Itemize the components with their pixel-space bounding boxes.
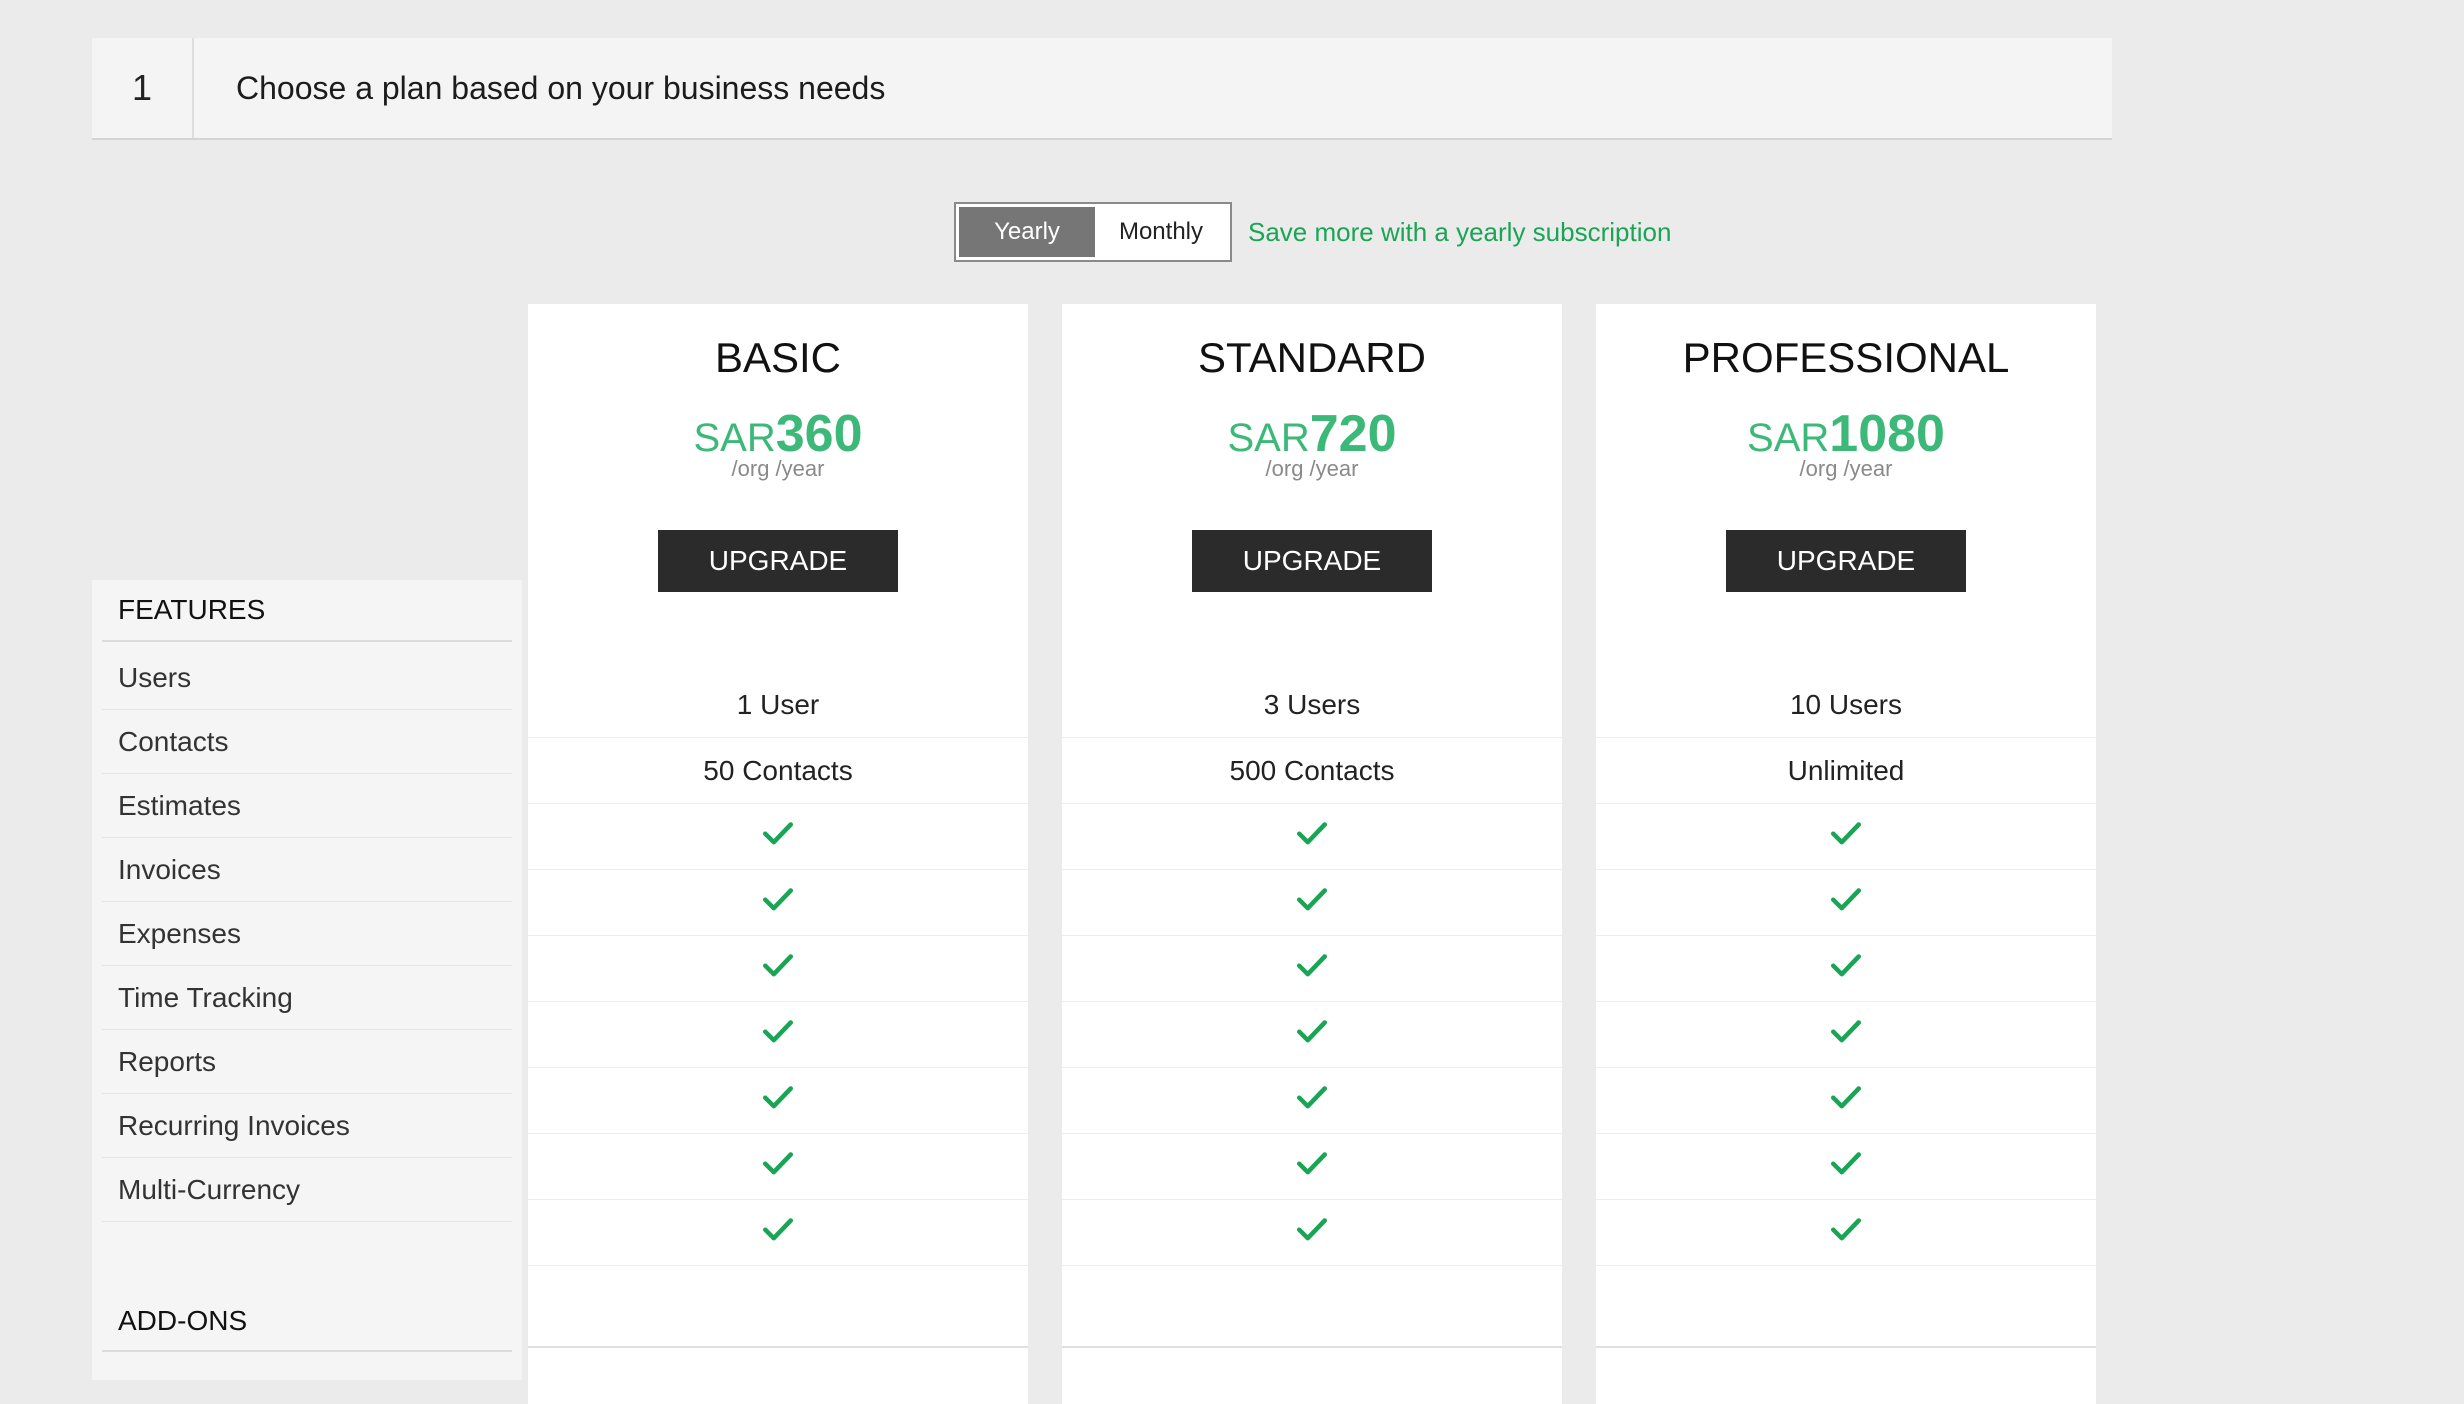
addons-divider <box>528 1346 1028 1348</box>
plan-recurring-invoices-cell <box>528 1134 1028 1200</box>
plan-users-value: 3 Users <box>1062 672 1562 738</box>
billing-toggle-row: Yearly Monthly Save more with a yearly s… <box>954 200 1671 264</box>
feature-expenses: Expenses <box>102 902 512 966</box>
plan-amount: 720 <box>1309 405 1397 463</box>
addons-divider <box>1062 1346 1562 1348</box>
step-title: Choose a plan based on your business nee… <box>236 69 886 106</box>
plan-time-tracking-cell <box>1062 1002 1562 1068</box>
check-icon <box>761 816 795 857</box>
plan-multi-currency-cell <box>1596 1200 2096 1266</box>
plan-contacts-value: Unlimited <box>1596 738 2096 804</box>
plan-invoices-cell <box>1596 870 2096 936</box>
check-icon <box>1295 882 1329 923</box>
check-icon <box>1829 948 1863 989</box>
check-icon <box>1829 816 1863 857</box>
plan-estimates-cell <box>1062 804 1562 870</box>
plan-card-basic: BASIC SAR360/org /year UPGRADE 1 User 50 Con… <box>528 304 1028 1404</box>
plan-time-tracking-cell <box>1596 1002 2096 1068</box>
plan-currency: SAR <box>693 416 776 460</box>
check-icon <box>1829 1014 1863 1055</box>
upgrade-button[interactable]: UPGRADE <box>1192 530 1432 592</box>
check-icon <box>1829 1080 1863 1121</box>
plan-estimates-cell <box>1596 804 2096 870</box>
plan-price: SAR360 <box>528 404 1028 464</box>
plan-name: PROFESSIONAL <box>1682 334 2010 381</box>
feature-invoices: Invoices <box>102 838 512 902</box>
plan-period: /org /year <box>731 456 825 481</box>
addons-heading: ADD-ONS <box>102 1292 512 1352</box>
feature-reports: Reports <box>102 1030 512 1094</box>
plan-multi-currency-cell <box>528 1200 1028 1266</box>
plan-recurring-invoices-cell <box>1062 1134 1562 1200</box>
features-column: FEATURES Users Contacts Estimates Invoic… <box>92 580 522 1380</box>
plan-amount: 1080 <box>1829 405 1945 463</box>
plan-time-tracking-cell <box>528 1002 1028 1068</box>
plan-users-value: 1 User <box>528 672 1028 738</box>
feature-contacts: Contacts <box>102 710 512 774</box>
plan-reports-cell <box>1596 1068 2096 1134</box>
yearly-savings-message: Save more with a yearly subscription <box>1248 216 1672 247</box>
feature-time-tracking: Time Tracking <box>102 966 512 1030</box>
feature-estimates: Estimates <box>102 774 512 838</box>
plan-card-professional: PROFESSIONAL SAR1080/org /year UPGRADE 10 U… <box>1596 304 2096 1404</box>
check-icon <box>1295 816 1329 857</box>
plan-estimates-cell <box>528 804 1028 870</box>
plan-invoices-cell <box>528 870 1028 936</box>
check-icon <box>761 1212 795 1253</box>
features-heading: FEATURES <box>102 580 512 642</box>
check-icon <box>761 1014 795 1055</box>
check-icon <box>1295 1212 1329 1253</box>
billing-toggle: Yearly Monthly <box>954 202 1232 262</box>
plan-card-standard: STANDARD SAR720/org /year UPGRADE 3 Users 50… <box>1062 304 1562 1404</box>
plan-invoices-cell <box>1062 870 1562 936</box>
step-header: 1 Choose a plan based on your business n… <box>92 38 2112 140</box>
feature-multi-currency: Multi-Currency <box>102 1158 512 1222</box>
plan-period: /org /year <box>1265 456 1359 481</box>
plan-price: SAR1080 <box>1596 404 2096 464</box>
check-icon <box>1295 1014 1329 1055</box>
plan-name: STANDARD <box>1198 334 1426 381</box>
plan-currency: SAR <box>1227 416 1310 460</box>
check-icon <box>761 948 795 989</box>
plan-recurring-invoices-cell <box>1596 1134 2096 1200</box>
plan-expenses-cell <box>1062 936 1562 1002</box>
plan-currency: SAR <box>1747 416 1830 460</box>
plan-expenses-cell <box>528 936 1028 1002</box>
upgrade-button[interactable]: UPGRADE <box>1726 530 1966 592</box>
check-icon <box>1295 948 1329 989</box>
plan-price: SAR720 <box>1062 404 1562 464</box>
check-icon <box>761 1080 795 1121</box>
check-icon <box>1295 1146 1329 1187</box>
plan-contacts-value: 50 Contacts <box>528 738 1028 804</box>
check-icon <box>761 882 795 923</box>
plan-amount: 360 <box>775 405 863 463</box>
plan-users-value: 10 Users <box>1596 672 2096 738</box>
check-icon <box>1829 1146 1863 1187</box>
plan-reports-cell <box>528 1068 1028 1134</box>
plan-name: BASIC <box>714 334 842 381</box>
check-icon <box>761 1146 795 1187</box>
plan-reports-cell <box>1062 1068 1562 1134</box>
plan-multi-currency-cell <box>1062 1200 1562 1266</box>
check-icon <box>1295 1080 1329 1121</box>
upgrade-button[interactable]: UPGRADE <box>658 530 898 592</box>
plan-period: /org /year <box>1799 456 1893 481</box>
addons-divider <box>1596 1346 2096 1348</box>
monthly-option[interactable]: Monthly <box>1095 207 1227 257</box>
plan-contacts-value: 500 Contacts <box>1062 738 1562 804</box>
step-number: 1 <box>92 38 194 138</box>
feature-users: Users <box>102 646 512 710</box>
feature-recurring-invoices: Recurring Invoices <box>102 1094 512 1158</box>
check-icon <box>1829 1212 1863 1253</box>
yearly-option[interactable]: Yearly <box>959 207 1095 257</box>
plan-expenses-cell <box>1596 936 2096 1002</box>
check-icon <box>1829 882 1863 923</box>
